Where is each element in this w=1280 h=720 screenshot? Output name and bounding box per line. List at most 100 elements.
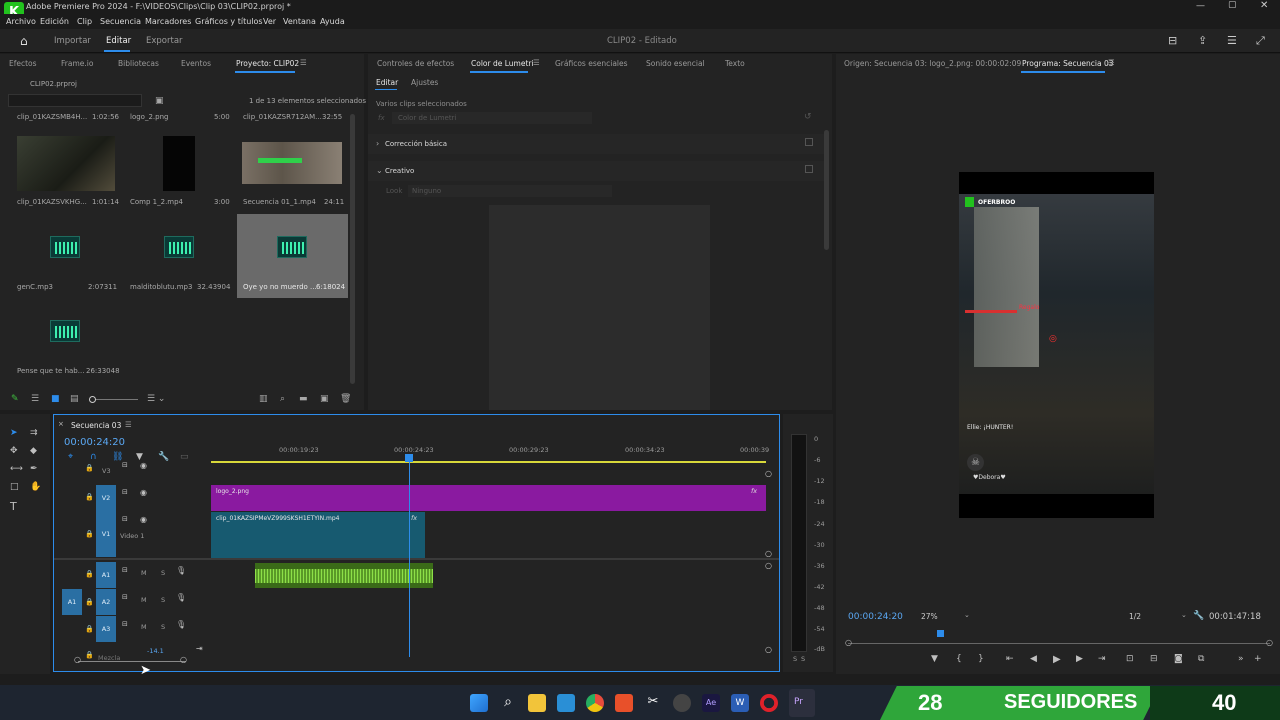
mark-in-icon[interactable]: {: [956, 654, 962, 664]
zoom-bar-end-handle[interactable]: ○: [180, 655, 187, 664]
menu-marcadores[interactable]: Marcadores: [145, 17, 191, 26]
captions-icon[interactable]: ▭: [180, 452, 189, 462]
audio-waveform-icon[interactable]: [164, 236, 194, 258]
zoom-bar-start-handle[interactable]: ○: [74, 655, 81, 664]
tab-exportar[interactable]: Exportar: [146, 36, 183, 46]
go-to-in-icon[interactable]: ⇤: [1006, 654, 1014, 664]
chrome-icon[interactable]: [586, 694, 604, 712]
item-name[interactable]: Pense que te hab...: [17, 367, 84, 375]
tab-controles-efectos[interactable]: Controles de efectos: [377, 59, 454, 68]
marker-icon[interactable]: ▼: [931, 654, 938, 664]
section-creative-label[interactable]: Creativo: [385, 167, 414, 175]
sequence-tab[interactable]: Secuencia 03: [71, 421, 121, 430]
mix-go-to-end-icon[interactable]: ⇥: [196, 644, 203, 653]
timeline-zoom-bar[interactable]: [78, 661, 186, 662]
capcut-icon[interactable]: ✂: [644, 694, 662, 712]
item-name[interactable]: clip_01KAZSVKHG...: [17, 198, 87, 206]
comp-thumbnail[interactable]: [163, 136, 195, 191]
lock-icon[interactable]: 🔒: [85, 598, 94, 606]
tab-graficos-esenciales[interactable]: Gráficos esenciales: [555, 59, 628, 68]
close-button[interactable]: ✕: [1260, 0, 1268, 11]
tab-frameio[interactable]: Frame.io: [61, 59, 93, 68]
item-name[interactable]: logo_2.png: [130, 113, 168, 121]
timeline-timecode[interactable]: 00:00:24:20: [64, 437, 125, 448]
program-label[interactable]: Programa: Secuencia 03: [1022, 59, 1114, 68]
item-name[interactable]: Secuencia 01_1.mp4: [243, 198, 316, 206]
find-icon[interactable]: ⌕: [280, 394, 285, 404]
new-bin-icon[interactable]: ▬: [299, 394, 308, 404]
windows-start-icon[interactable]: [470, 694, 488, 712]
scrubber-end-handle[interactable]: ○: [1266, 638, 1273, 647]
source-patch-a1[interactable]: A1: [96, 562, 116, 588]
snap-icon[interactable]: ∩: [90, 452, 97, 462]
workspace-menu-icon[interactable]: ☰: [1227, 34, 1237, 47]
maximize-button[interactable]: ▢: [1228, 0, 1237, 10]
menu-archivo[interactable]: Archivo: [6, 17, 36, 26]
panel-menu-icon[interactable]: ☰: [533, 58, 540, 67]
search-input[interactable]: [8, 94, 142, 107]
item-name[interactable]: Comp 1_2.mp4: [130, 198, 183, 206]
panel-menu-icon[interactable]: ☰: [300, 58, 307, 67]
item-name[interactable]: genC.mp3: [17, 283, 53, 291]
pencil-icon[interactable]: ✎: [11, 394, 19, 404]
minimize-button[interactable]: —: [1196, 1, 1205, 11]
toggle-sync-icon[interactable]: ⊟: [122, 566, 128, 574]
mute-a1[interactable]: M: [141, 569, 147, 577]
automate-icon[interactable]: ▥: [259, 394, 268, 404]
track-select-icon[interactable]: ⇉: [30, 428, 38, 438]
toggle-sync-icon[interactable]: ⊟: [122, 593, 128, 601]
hand-tool-icon[interactable]: ✋: [30, 482, 41, 492]
tab-sonido-esencial[interactable]: Sonido esencial: [646, 59, 705, 68]
item-name[interactable]: Oye yo no muerdo ...: [243, 283, 317, 291]
section-creative[interactable]: [368, 161, 824, 181]
brave-icon[interactable]: [615, 694, 633, 712]
tab-texto[interactable]: Texto: [725, 59, 745, 68]
more-buttons-icon[interactable]: »: [1238, 654, 1244, 664]
nest-icon[interactable]: ⌖: [68, 452, 73, 462]
settings-wrench-icon[interactable]: 🔧: [158, 452, 169, 462]
panel-menu-icon[interactable]: ☰: [125, 420, 132, 429]
step-forward-icon[interactable]: ▶: [1076, 654, 1083, 664]
panel-menu-icon[interactable]: ☰: [1108, 58, 1115, 67]
track-scroll-handle[interactable]: ○: [765, 549, 772, 558]
toggle-sync-icon[interactable]: ⊟: [122, 488, 128, 496]
export-frame-icon[interactable]: ◙: [1174, 654, 1183, 664]
obs-icon[interactable]: [673, 694, 691, 712]
after-effects-icon[interactable]: Ae: [702, 694, 720, 712]
overwrite-icon[interactable]: ⊟: [1150, 654, 1158, 664]
pen-tool-icon[interactable]: ✒: [30, 464, 38, 474]
meter-solo[interactable]: S: [801, 655, 805, 663]
tab-bibliotecas[interactable]: Bibliotecas: [118, 59, 159, 68]
work-area-bar[interactable]: [211, 461, 766, 463]
effect-select[interactable]: Color de Lumetri: [392, 112, 592, 124]
add-button-icon[interactable]: +: [1254, 654, 1262, 664]
opera-icon[interactable]: [760, 694, 778, 712]
premiere-icon[interactable]: Pr: [789, 689, 815, 717]
mark-out-icon[interactable]: }: [978, 654, 984, 664]
toggle-sync-icon[interactable]: ⊟: [122, 461, 128, 469]
solo-a1[interactable]: S: [161, 569, 165, 577]
source-patch-a3[interactable]: A3: [96, 616, 116, 642]
meter-solo[interactable]: S: [793, 655, 797, 663]
audio-waveform-icon[interactable]: [50, 320, 80, 342]
file-explorer-icon[interactable]: [528, 694, 546, 712]
freeform-view-icon[interactable]: ▤: [70, 394, 79, 404]
clip-audio[interactable]: [255, 563, 433, 588]
go-to-out-icon[interactable]: ⇥: [1098, 654, 1106, 664]
microphone-icon[interactable]: 🎙: [176, 620, 186, 629]
menu-ver[interactable]: Ver: [263, 17, 276, 26]
chevron-down-icon[interactable]: ⌄: [964, 611, 970, 619]
play-icon[interactable]: ▶: [1053, 654, 1061, 665]
step-back-icon[interactable]: ◀: [1030, 654, 1037, 664]
word-icon[interactable]: W: [731, 694, 749, 712]
item-name[interactable]: malditoblutu.mp3: [130, 283, 192, 291]
audio-waveform-icon[interactable]: [277, 236, 307, 258]
lock-icon[interactable]: 🔒: [85, 625, 94, 633]
mute-a3[interactable]: M: [141, 623, 147, 631]
lock-icon[interactable]: 🔒: [85, 530, 94, 538]
program-timecode[interactable]: 00:00:24:20: [848, 612, 903, 622]
close-tab-icon[interactable]: ×: [58, 420, 64, 428]
mute-a2[interactable]: M: [141, 596, 147, 604]
scrubber-start-handle[interactable]: ○: [845, 638, 852, 647]
tab-editar[interactable]: Editar: [106, 36, 131, 46]
